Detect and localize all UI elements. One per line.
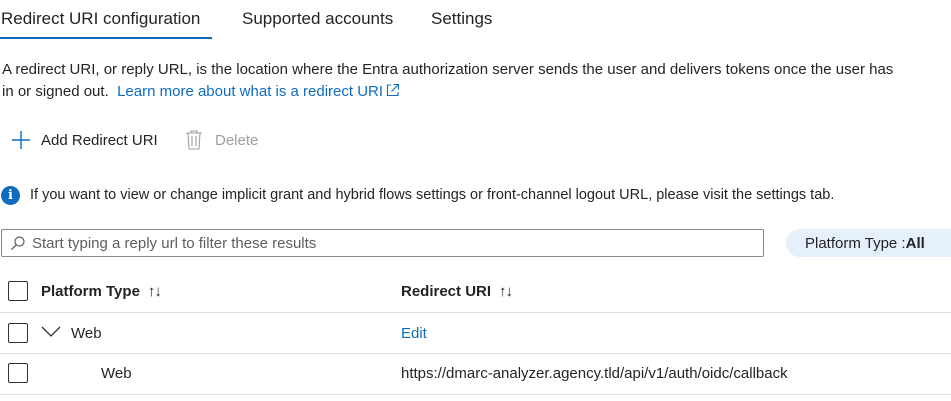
description-line-2: in or signed out. Learn more about what … [2,81,951,103]
column-header-redirect-uri-label: Redirect URI [401,283,492,300]
platform-type-filter[interactable]: Platform Type : All [786,229,951,257]
info-message: i If you want to view or change implicit… [1,184,834,206]
add-icon [12,131,30,149]
chevron-down-icon[interactable] [41,326,61,338]
edit-link[interactable]: Edit [401,325,427,342]
group-checkbox[interactable] [8,323,28,343]
learn-more-link[interactable]: Learn more about what is a redirect URI [117,83,400,100]
info-text: If you want to view or change implicit g… [30,187,835,203]
tab-supported-accounts[interactable]: Supported accounts [242,9,393,29]
table-row: Web https://dmarc-analyzer.agency.tld/ap… [0,354,951,395]
sort-icon: ↑↓ [147,283,162,300]
tab-redirect-uri-configuration[interactable]: Redirect URI configuration [1,9,200,29]
learn-more-link-text: Learn more about what is a redirect URI [117,83,384,100]
filter-box [1,229,764,257]
description-line-1: A redirect URI, or reply URL, is the loc… [2,61,894,78]
group-platform: Web [71,325,102,342]
row-redirect-uri: https://dmarc-analyzer.agency.tld/api/v1… [401,365,788,382]
row-checkbox[interactable] [8,363,28,383]
delete-button[interactable]: Delete [184,126,258,154]
row-platform: Web [101,365,132,382]
table-group-row: Web Edit [0,313,951,354]
platform-type-value: All [905,234,925,252]
add-redirect-uri-button[interactable]: Add Redirect URI [10,126,158,154]
delete-label: Delete [215,131,259,149]
column-header-platform-type-label: Platform Type [41,283,140,300]
sort-icon: ↑↓ [499,283,513,300]
filter-input[interactable] [32,231,763,255]
trash-icon [186,130,202,150]
info-icon: i [1,185,20,205]
description: A redirect URI, or reply URL, is the loc… [2,59,951,103]
column-header-redirect-uri[interactable]: Redirect URI ↑↓ [401,283,513,300]
column-header-platform-type[interactable]: Platform Type ↑↓ [41,283,162,300]
select-all-checkbox[interactable] [8,281,28,301]
tab-bar: Redirect URI configuration Supported acc… [0,0,951,42]
search-icon [11,236,25,250]
platform-type-label: Platform Type : [805,234,906,252]
description-line-2-text: in or signed out. [2,83,109,100]
external-link-icon [387,83,400,97]
add-redirect-uri-label: Add Redirect URI [41,131,158,149]
active-tab-indicator [0,37,212,39]
tab-settings[interactable]: Settings [431,9,492,29]
table-header: Platform Type ↑↓ Redirect URI ↑↓ [0,272,951,313]
